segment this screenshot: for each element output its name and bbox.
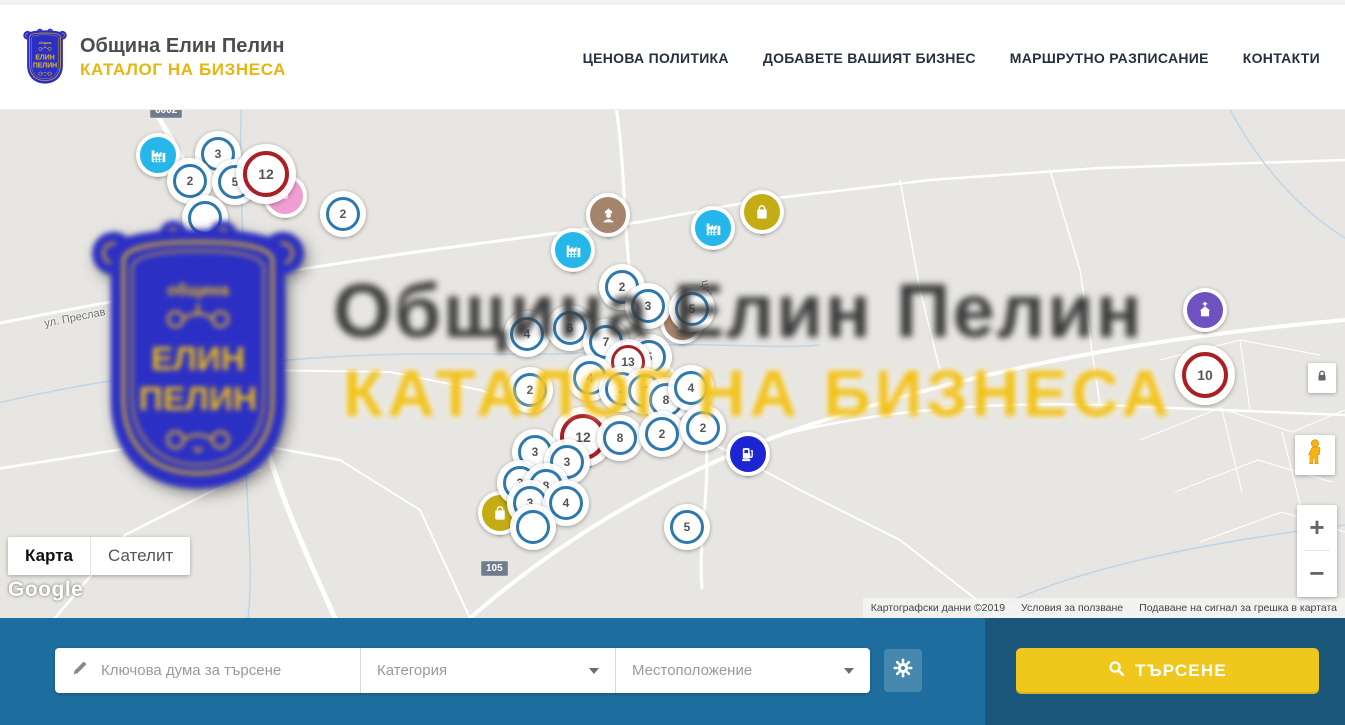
category-select-value: Категория [377,662,447,679]
road-number-badge: 6002 [150,110,182,118]
cluster-count: 2 [686,411,720,445]
cluster-count: 8 [603,421,637,455]
cluster-count [516,510,550,544]
attribution-link[interactable]: Условия за ползване [1021,602,1123,614]
cluster-count: 12 [243,151,289,197]
map-type-control: КартаСателит [8,537,190,575]
bag-pin[interactable] [740,190,784,246]
advanced-options-button[interactable] [884,649,922,692]
zoom-out-button[interactable]: − [1297,551,1337,596]
cluster-count [188,201,222,235]
fuel-pin-icon [726,432,770,476]
church-pin[interactable] [1183,288,1227,344]
factory-pin[interactable] [691,206,735,262]
cluster-count: 4 [549,486,583,520]
municipality-crest-icon: община ЕЛИН ПЕЛИН [22,27,68,87]
church-pin-icon [1183,288,1227,332]
google-logo[interactable]: Google [8,578,83,602]
marker-cluster[interactable]: 4 [504,311,550,357]
cluster-count: 2 [173,164,207,198]
road-number-badge: 105 [481,561,508,576]
nav-item-pricing[interactable]: ЦЕНОВА ПОЛИТИКА [583,50,729,66]
search-fields: Категория Местоположение [55,648,870,693]
lock-control[interactable] [1308,363,1336,393]
map-attribution: Картографски данни ©2019 Условия за ползв… [863,598,1345,618]
page: община ЕЛИН ПЕЛИН Община Елин Пелин КАТА… [0,0,1345,725]
marker-cluster[interactable] [182,195,228,241]
cluster-count: 10 [1182,352,1228,398]
cluster-count: 3 [631,289,665,323]
map-canvas[interactable]: ул. Преславбул. „Новоселци“ 6002105 3251… [0,110,1345,618]
logo-subtitle: КАТАЛОГ НА БИЗНЕСА [80,59,286,80]
pegman-control[interactable] [1295,435,1335,475]
marker-cluster[interactable] [510,504,556,550]
cluster-count: 2 [513,373,547,407]
cluster-count: 5 [675,292,709,326]
zoom-in-button[interactable]: + [1297,505,1337,550]
keyword-field [55,648,360,693]
marker-cluster[interactable]: 10 [1175,345,1235,405]
cluster-count: 2 [645,417,679,451]
main-nav: ЦЕНОВА ПОЛИТИКА ДОБАВЕТЕ ВАШИЯТ БИЗНЕС МАР… [583,5,1320,110]
search-bar: Категория Местоположение ТЪРСЕНЕ [0,618,1345,725]
category-select[interactable]: Категория [360,648,615,693]
location-select-value: Местоположение [632,662,752,679]
location-select[interactable]: Местоположение [615,648,870,693]
marker-cluster[interactable]: 3 [625,283,671,329]
marker-cluster[interactable]: 8 [597,415,643,461]
gear-icon [893,658,913,683]
search-button[interactable]: ТЪРСЕНЕ [1016,648,1319,694]
cluster-count: 6 [553,311,587,345]
maptype-map-button[interactable]: Карта [8,537,90,575]
marker-cluster[interactable]: 2 [639,411,685,457]
cluster-count: 5 [670,510,704,544]
factory-pin-icon [691,206,735,250]
cluster-count: 2 [326,197,360,231]
nav-item-contacts[interactable]: КОНТАКТИ [1243,50,1320,66]
marker-cluster[interactable]: 12 [236,144,296,204]
chevron-down-icon [589,668,599,674]
search-icon [1108,660,1125,682]
factory-pin-icon [551,228,595,272]
marker-cluster[interactable]: 2 [507,367,553,413]
nav-item-transport-schedule[interactable]: МАРШРУТНО РАЗПИСАНИЕ [1010,50,1209,66]
lock-icon [1314,368,1330,389]
svg-text:ПЕЛИН: ПЕЛИН [33,62,57,69]
logo-text: Община Елин Пелин КАТАЛОГ НА БИЗНЕСА [80,34,286,80]
svg-text:община: община [39,41,52,45]
marker-cluster[interactable]: 4 [668,365,714,411]
keyword-search-input[interactable] [99,661,344,680]
cluster-count: 4 [674,371,708,405]
nav-item-add-business[interactable]: ДОБАВЕТЕ ВАШИЯТ БИЗНЕС [763,50,976,66]
marker-cluster[interactable]: 5 [664,504,710,550]
chevron-down-icon [844,668,854,674]
maptype-satellite-button[interactable]: Сателит [90,537,190,575]
marker-cluster[interactable]: 2 [320,191,366,237]
pencil-icon [71,659,89,682]
marker-cluster[interactable]: 5 [669,286,715,332]
attribution-link[interactable]: Подаване на сигнал за грешка в картата [1139,602,1337,614]
fuel-pin[interactable] [726,432,770,488]
search-button-label: ТЪРСЕНЕ [1135,661,1227,681]
bag-pin-icon [740,190,784,234]
cluster-count: 4 [510,317,544,351]
svg-text:ЕЛИН: ЕЛИН [35,54,54,61]
site-header: община ЕЛИН ПЕЛИН Община Елин Пелин КАТА… [0,0,1345,110]
attribution-text: Картографски данни ©2019 [871,602,1005,614]
pegman-icon [1302,438,1328,473]
logo-title: Община Елин Пелин [80,34,286,59]
factory-pin[interactable] [551,228,595,284]
zoom-control: + − [1297,505,1337,597]
marker-cluster[interactable]: 2 [680,405,726,451]
site-logo[interactable]: община ЕЛИН ПЕЛИН Община Елин Пелин КАТА… [22,27,286,87]
